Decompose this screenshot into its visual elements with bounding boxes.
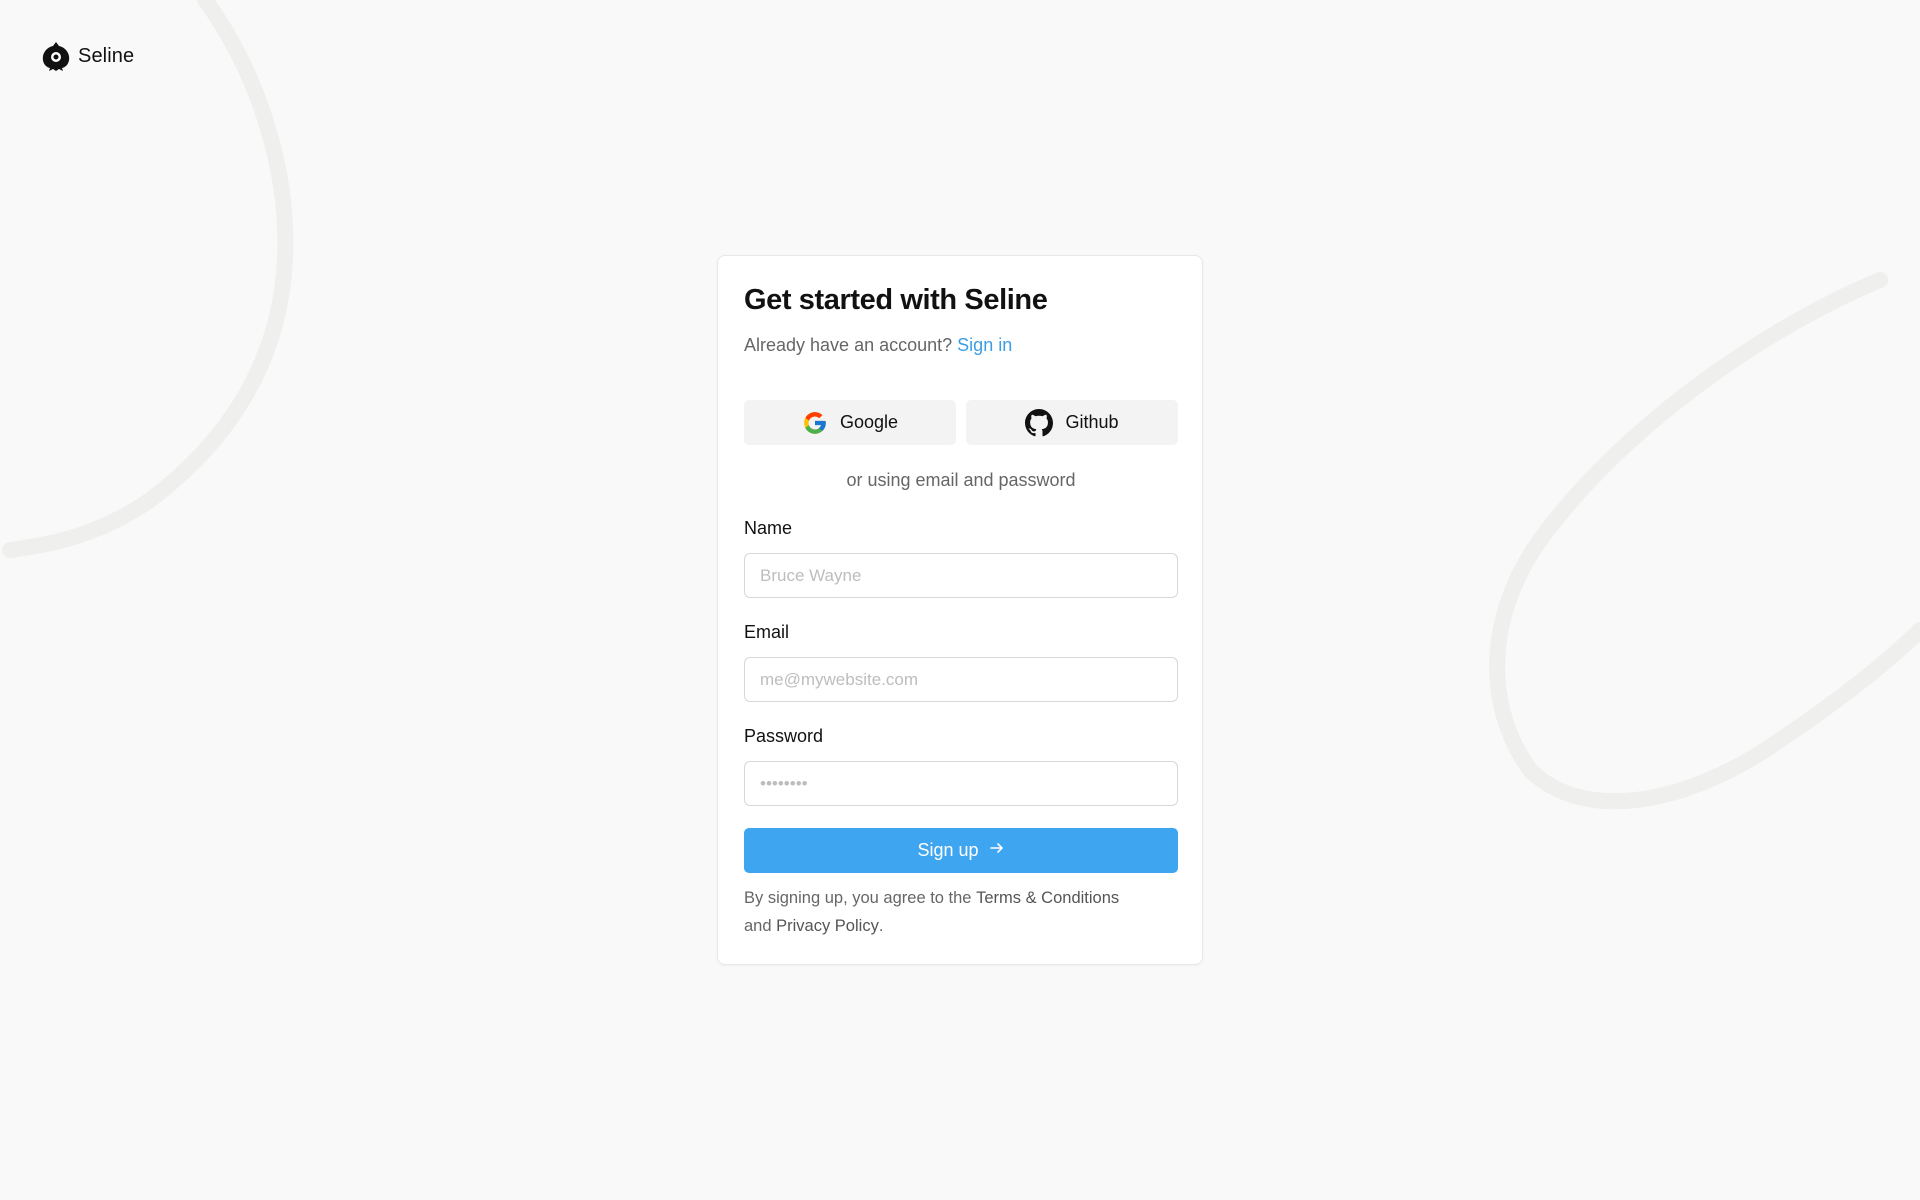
name-label: Name <box>744 518 793 538</box>
privacy-link[interactable]: Privacy Policy <box>776 917 879 935</box>
divider-text: or using email and password <box>846 470 1076 490</box>
password-input[interactable] <box>744 761 1178 806</box>
terms-link[interactable]: Terms & Conditions <box>976 889 1119 907</box>
signin-link[interactable]: Sign in <box>957 335 1012 355</box>
signup-card: Get started with Seline Already have an … <box>717 255 1203 965</box>
brand[interactable]: Seline <box>40 40 134 72</box>
google-icon <box>802 410 828 436</box>
google-signin-button[interactable]: Google <box>744 400 956 445</box>
github-button-label: Github <box>1065 412 1119 432</box>
email-label: Email <box>744 622 790 642</box>
github-signin-button[interactable]: Github <box>966 400 1178 445</box>
password-label: Password <box>744 726 824 746</box>
signup-page: Seline Get started with Seline Already h… <box>0 0 1920 1200</box>
signin-prompt: Already have an account? Sign in <box>744 335 1012 356</box>
arrow-right-icon <box>989 840 1005 861</box>
oauth-buttons: Google Github <box>744 400 1178 445</box>
email-input[interactable] <box>744 657 1178 702</box>
legal-notice: By signing up, you agree to the Terms & … <box>744 884 1178 940</box>
legal-middle: and <box>744 917 772 935</box>
github-icon <box>1025 408 1054 437</box>
page-title: Get started with Seline <box>744 284 1048 316</box>
legal-prefix: By signing up, you agree to the <box>744 889 972 907</box>
name-input[interactable] <box>744 553 1178 598</box>
signup-button[interactable]: Sign up <box>744 828 1178 873</box>
google-button-label: Google <box>839 412 899 432</box>
signin-prompt-text: Already have an account? <box>744 335 953 355</box>
signup-button-label: Sign up <box>917 840 979 860</box>
legal-suffix: . <box>878 917 884 935</box>
brand-name: Seline <box>78 44 135 67</box>
seline-logo-icon <box>40 40 72 72</box>
